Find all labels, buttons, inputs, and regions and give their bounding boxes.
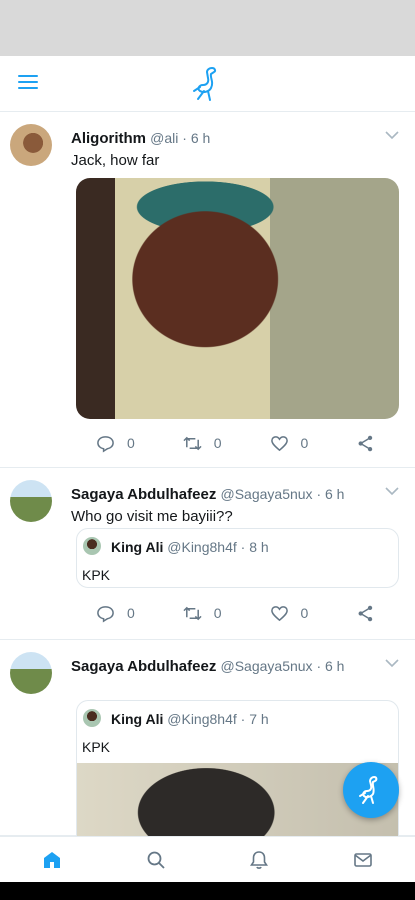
compose-icon	[359, 775, 378, 804]
tweet-author-name[interactable]: Sagaya Abdulhafeez	[71, 658, 216, 675]
tab-notifications[interactable]	[208, 837, 312, 882]
share-icon[interactable]	[356, 434, 375, 453]
heart-icon	[270, 435, 288, 451]
quoted-author-handle: @King8h4f · 7 h	[167, 711, 269, 727]
tweet-author-handle: @Sagaya5nux · 6 h	[220, 658, 345, 674]
ostrich-logo-icon	[193, 66, 217, 101]
tweet-text: Jack, how far	[71, 152, 160, 169]
timeline-feed[interactable]: Aligorithm @ali · 6 h Jack, how far 0 0 …	[0, 112, 415, 836]
tweet-text: Who go visit me bayiii??	[71, 508, 233, 525]
reply-button[interactable]: 0	[96, 604, 183, 623]
avatar[interactable]	[10, 652, 52, 694]
tab-messages[interactable]	[311, 837, 415, 882]
quoted-avatar	[83, 709, 101, 727]
quoted-author-name: King Ali	[111, 711, 164, 727]
quoted-tweet[interactable]: King Ali @King8h4f · 7 h KPK	[76, 700, 399, 836]
hamburger-menu-icon[interactable]	[18, 75, 38, 93]
tweet-photo[interactable]	[76, 178, 399, 419]
home-icon	[43, 851, 60, 868]
retweet-icon	[183, 606, 202, 620]
reply-icon	[97, 605, 114, 622]
like-button[interactable]: 0	[270, 604, 357, 623]
chevron-down-icon[interactable]	[385, 658, 399, 668]
mail-icon	[354, 852, 372, 867]
reply-button[interactable]: 0	[96, 434, 183, 453]
status-bar	[0, 0, 415, 56]
reply-icon	[97, 435, 114, 452]
quoted-text: KPK	[82, 739, 111, 755]
quoted-author-handle: @King8h4f · 8 h	[167, 539, 269, 555]
bottom-navigation	[0, 836, 415, 882]
bell-icon	[250, 850, 269, 869]
quoted-text: KPK	[82, 567, 111, 583]
tab-home[interactable]	[0, 837, 104, 882]
search-icon	[147, 851, 165, 869]
tweet-author-name[interactable]: Sagaya Abdulhafeez	[71, 486, 216, 503]
heart-icon	[270, 605, 288, 621]
avatar[interactable]	[10, 480, 52, 522]
reply-count: 0	[127, 605, 135, 621]
tab-search[interactable]	[104, 837, 208, 882]
quoted-author-name: King Ali	[111, 539, 164, 555]
retweet-icon	[183, 436, 202, 450]
system-navigation-bar	[0, 882, 415, 900]
retweet-button[interactable]: 0	[183, 434, 270, 453]
quoted-tweet[interactable]: King Ali @King8h4f · 8 h KPK	[76, 528, 399, 588]
tweet-author-handle: @ali · 6 h	[150, 130, 211, 146]
compose-tweet-button[interactable]	[343, 762, 399, 818]
avatar[interactable]	[10, 124, 52, 166]
like-button[interactable]: 0	[270, 434, 357, 453]
tweet-author-name[interactable]: Aligorithm	[71, 130, 146, 147]
app-bar	[0, 56, 415, 112]
tweet-author-handle: @Sagaya5nux · 6 h	[220, 486, 345, 502]
like-count: 0	[300, 435, 309, 451]
chevron-down-icon[interactable]	[385, 130, 399, 140]
quoted-avatar	[83, 537, 101, 555]
retweet-button[interactable]: 0	[183, 604, 270, 623]
tweet[interactable]: Aligorithm @ali · 6 h Jack, how far 0 0 …	[0, 112, 415, 468]
retweet-count: 0	[213, 435, 222, 451]
retweet-count: 0	[213, 605, 222, 621]
chevron-down-icon[interactable]	[385, 486, 399, 496]
like-count: 0	[300, 605, 309, 621]
tweet[interactable]: Sagaya Abdulhafeez @Sagaya5nux · 6 h Who…	[0, 468, 415, 640]
share-icon[interactable]	[356, 604, 375, 623]
reply-count: 0	[127, 435, 135, 451]
